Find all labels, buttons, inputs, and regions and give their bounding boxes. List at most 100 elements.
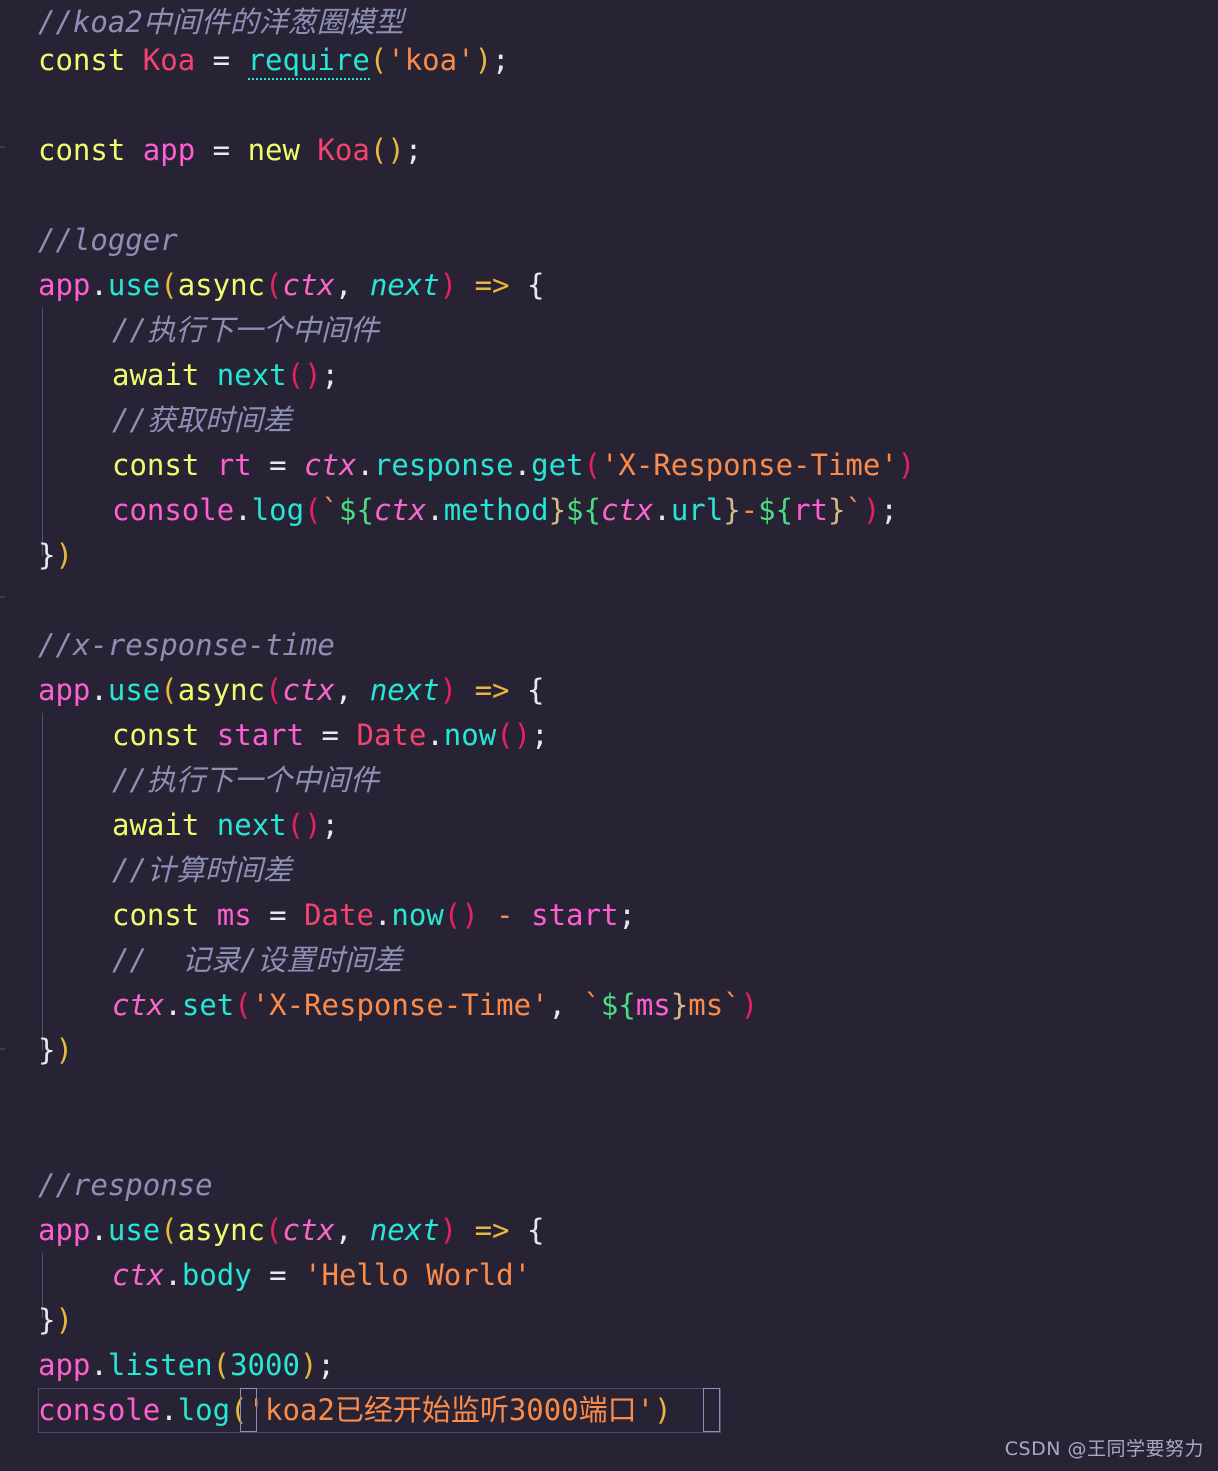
identifier-app: app — [38, 1213, 91, 1247]
paren-close: ) — [55, 1303, 73, 1337]
code-line[interactable]: }) — [0, 533, 73, 578]
bracket-match-close-box — [703, 1388, 720, 1432]
string-hello-world: 'Hello World' — [304, 1258, 532, 1292]
operator-equals: = — [251, 1258, 305, 1292]
code-line[interactable]: const Koa = require('koa'); — [0, 38, 510, 83]
arrow-token: => — [474, 1213, 510, 1247]
operator-equals: = — [195, 133, 248, 167]
dot: . — [653, 493, 671, 527]
code-line[interactable]: }) — [0, 1028, 73, 1073]
comment-token: //logger — [38, 223, 178, 257]
backtick-close: ` — [723, 988, 741, 1022]
comment-token: //获取时间差 — [112, 403, 292, 437]
code-line[interactable]: app.listen(3000); — [0, 1343, 335, 1388]
number-3000: 3000 — [230, 1348, 300, 1382]
keyword-async: async — [177, 1213, 266, 1247]
paren-close: ) — [740, 988, 759, 1022]
keyword-const: const — [112, 448, 200, 482]
code-line[interactable]: }) — [0, 1298, 73, 1343]
paren-close: ) — [474, 43, 493, 77]
identifier-app: app — [142, 133, 196, 167]
paren-close: ) — [55, 1033, 73, 1067]
code-line[interactable]: //x-response-time — [0, 623, 335, 668]
code-line[interactable]: app.use(async(ctx, next) => { — [0, 263, 544, 308]
code-content[interactable]: //koa2中间件的洋葱圈模型 const Koa = require('koa… — [0, 0, 1218, 1471]
watermark: CSDN @王同学要努力 — [1004, 1438, 1204, 1460]
comma: , — [334, 268, 370, 302]
paren-close: ) — [299, 1348, 318, 1382]
code-line[interactable]: //执行下一个中间件 — [0, 308, 379, 353]
code-line[interactable]: //执行下一个中间件 — [0, 758, 379, 803]
paren-close: ) — [897, 448, 916, 482]
code-line[interactable]: const start = Date.now(); — [0, 713, 549, 758]
comma: , — [334, 673, 370, 707]
code-line[interactable]: console.log(`${ctx.method}${ctx.url}-${r… — [0, 488, 898, 533]
code-line[interactable]: //logger — [0, 218, 178, 263]
code-line-current[interactable]: console.log('koa2已经开始监听3000端口') — [0, 1388, 672, 1433]
code-line[interactable]: //response — [0, 1163, 213, 1208]
code-line[interactable]: await next(); — [0, 803, 339, 848]
comment-token: //执行下一个中间件 — [112, 763, 379, 797]
semicolon: ; — [321, 808, 340, 842]
function-use: use — [107, 1213, 161, 1247]
keyword-const: const — [112, 898, 200, 932]
code-line[interactable]: // 记录/设置时间差 — [0, 938, 402, 983]
identifier-koa: Koa — [142, 43, 196, 77]
paren-pair: () — [443, 898, 479, 932]
template-dollar: ${ — [339, 493, 374, 527]
dot: . — [90, 268, 108, 302]
code-line[interactable]: const ms = Date.now() - start; — [0, 893, 636, 938]
identifier-console: console — [112, 493, 235, 527]
keyword-await: await — [112, 358, 200, 392]
paren-open-matched: ( — [230, 1393, 248, 1427]
code-editor[interactable]: //koa2中间件的洋葱圈模型 const Koa = require('koa… — [0, 0, 1218, 1471]
function-require: require — [247, 43, 370, 80]
keyword-async: async — [177, 673, 266, 707]
code-line[interactable]: //获取时间差 — [0, 398, 292, 443]
function-get: get — [531, 448, 584, 482]
operator-equals: = — [304, 718, 357, 752]
identifier-ms: ms — [635, 988, 671, 1022]
code-line[interactable]: app.use(async(ctx, next) => { — [0, 1208, 544, 1253]
semicolon: ; — [317, 1348, 335, 1382]
function-next: next — [216, 808, 287, 842]
paren-open: ( — [212, 1348, 231, 1382]
paren-close-matched: ) — [654, 1393, 672, 1427]
keyword-async: async — [177, 268, 266, 302]
code-line[interactable]: const app = new Koa(); — [0, 128, 422, 173]
comment-token: //执行下一个中间件 — [112, 313, 379, 347]
operator-equals: = — [251, 448, 305, 482]
string-koa2-listen: 'koa2已经开始监听3000端口' — [247, 1393, 655, 1427]
code-line[interactable]: await next(); — [0, 353, 339, 398]
dot: . — [426, 718, 444, 752]
template-dollar: ${ — [566, 493, 601, 527]
code-line[interactable]: ctx.set('X-Response-Time', `${ms}ms`) — [0, 983, 758, 1028]
comma: , — [548, 988, 584, 1022]
property-response: response — [373, 448, 514, 482]
param-ctx: ctx — [600, 493, 654, 527]
paren-open: ( — [265, 268, 283, 302]
dot: . — [513, 448, 532, 482]
backtick-open: ` — [321, 493, 340, 527]
property-url: url — [670, 493, 724, 527]
operator-equals: = — [195, 43, 248, 77]
param-next: next — [369, 1213, 440, 1247]
param-ctx: ctx — [282, 1213, 335, 1247]
identifier-date: Date — [304, 898, 374, 932]
code-line[interactable]: ctx.body = 'Hello World' — [0, 1253, 531, 1298]
backtick-open: ` — [583, 988, 601, 1022]
semicolon: ; — [880, 493, 898, 527]
template-brace-close: } — [723, 493, 741, 527]
dot: . — [426, 493, 444, 527]
semicolon: ; — [492, 43, 510, 77]
comment-token: // 记录/设置时间差 — [112, 943, 403, 977]
code-line[interactable]: //计算时间差 — [0, 848, 292, 893]
arrow-token: => — [474, 268, 510, 302]
paren-close: ) — [862, 493, 881, 527]
code-line[interactable]: app.use(async(ctx, next) => { — [0, 668, 544, 713]
paren-close: ) — [439, 268, 458, 302]
code-line[interactable]: const rt = ctx.response.get('X-Response-… — [0, 443, 915, 488]
